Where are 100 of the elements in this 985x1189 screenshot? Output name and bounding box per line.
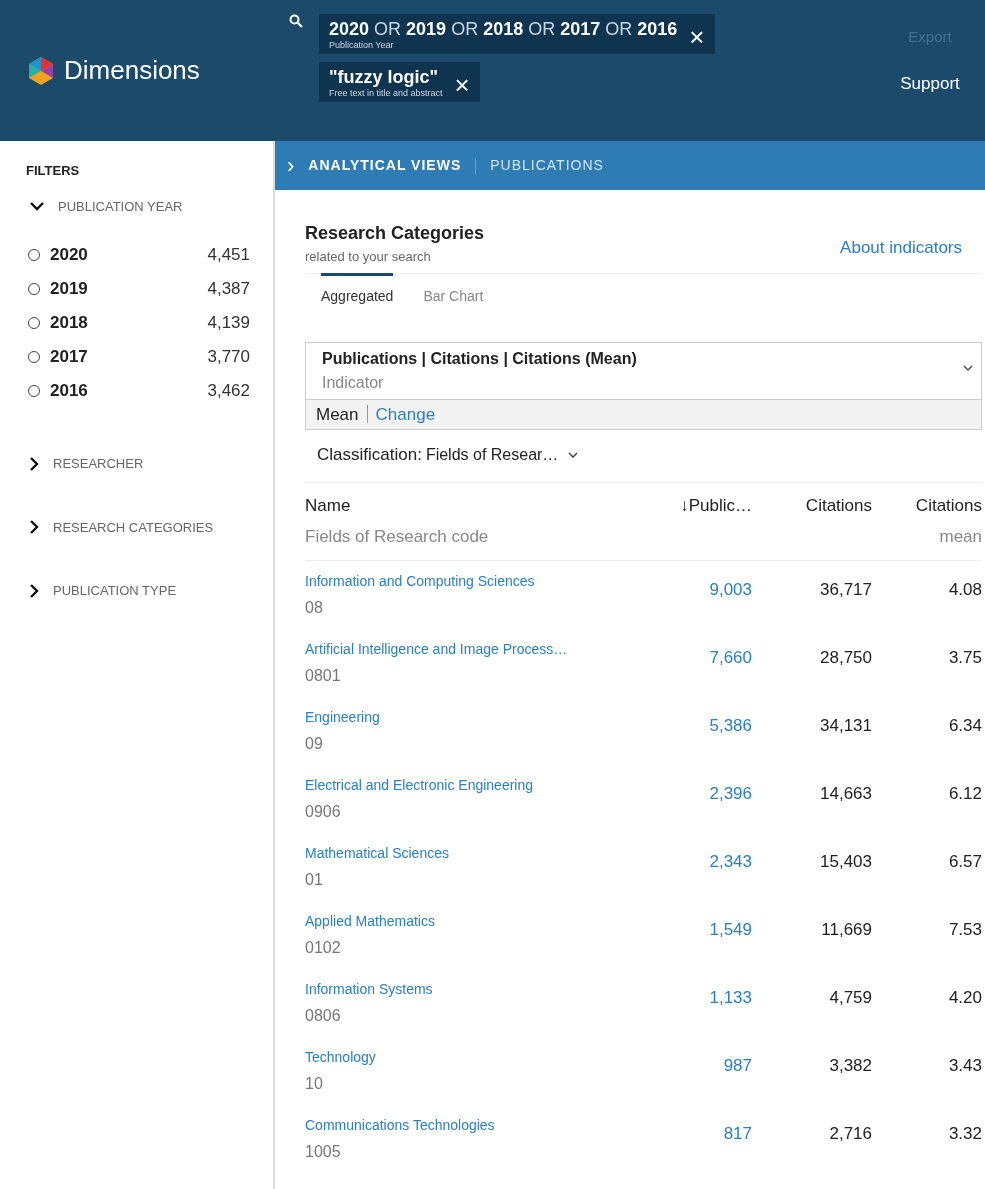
chevron-icon[interactable]: [30, 201, 44, 211]
category-link[interactable]: Information Systems: [305, 978, 657, 1000]
category-link[interactable]: Engineering: [305, 706, 657, 728]
category-code: 0102: [305, 937, 342, 958]
filter-count: 3,462: [207, 380, 250, 403]
classification-dropdown[interactable]: Fields of Resear…: [425, 442, 579, 467]
radio-button[interactable]: [28, 385, 40, 397]
filter-option[interactable]: 2018: [50, 310, 208, 336]
mean-cell-text: 3.32: [947, 1122, 982, 1145]
search-icon: [289, 14, 303, 28]
mean-cell-text: 6.57: [947, 850, 982, 873]
section-header[interactable]: PUBLICATION YEAR: [58, 196, 183, 216]
category-code: 08: [305, 597, 324, 618]
sidebar-title: FILTERS: [25, 162, 81, 180]
header-link[interactable]: Support: [900, 70, 960, 96]
indicator-label: Indicator: [322, 372, 385, 393]
category-link[interactable]: Information and Computing Sciences: [305, 570, 657, 592]
breadcrumb-link[interactable]: PUBLICATIONS: [490, 155, 604, 176]
chip-caption: Publication Year: [329, 40, 395, 50]
mean-cell-text: 4.20: [947, 986, 982, 1009]
section-header[interactable]: PUBLICATION TYPE: [53, 581, 177, 601]
search-chip[interactable]: "fuzzy logic" Free text in title and abstract ×: [319, 62, 480, 102]
filter-option[interactable]: 2019: [50, 276, 208, 302]
category-link[interactable]: Mathematical Sciences: [305, 842, 657, 864]
category-link[interactable]: Artificial Intelligence and Image Process…: [305, 638, 657, 660]
column-subtitle: mean: [939, 526, 982, 548]
radio-button[interactable]: [28, 283, 40, 295]
publication-count-link[interactable]: 9,003: [657, 576, 752, 602]
filter-option[interactable]: 2017: [50, 344, 208, 370]
publication-count-link[interactable]: 2,396: [657, 780, 752, 806]
publication-count-link[interactable]: 987: [657, 1052, 752, 1078]
publication-count-link[interactable]: 1,549: [657, 916, 752, 942]
mean-cell-text: 6.34: [947, 714, 982, 737]
mean-cell-text: 4.08: [947, 578, 982, 601]
panel-subtitle: related to your search: [305, 248, 432, 266]
radio-button[interactable]: [28, 351, 40, 363]
mode-label: Mean: [316, 403, 359, 426]
citations-cell-text: 36,717: [819, 578, 872, 601]
filter-count: 4,139: [207, 312, 250, 335]
category-link[interactable]: Electrical and Electronic Engineering: [305, 774, 657, 796]
close-icon[interactable]: ×: [689, 24, 705, 50]
filter-option[interactable]: 2016: [50, 378, 208, 404]
section-header[interactable]: RESEARCH CATEGORIES: [53, 517, 214, 537]
chevron-icon: [568, 451, 579, 458]
category-code: 0801: [305, 665, 342, 686]
filter-count: 4,387: [207, 278, 250, 301]
breadcrumb-link[interactable]: ANALYTICAL VIEWS: [308, 155, 462, 176]
logo-text: Dimensions: [64, 54, 200, 87]
citations-cell-text: 14,663: [819, 782, 872, 805]
column-header[interactable]: ↓Public…: [680, 492, 752, 518]
mean-cell-text: 7.53: [947, 918, 982, 941]
filter-count: 4,451: [207, 244, 250, 267]
category-link[interactable]: Technology: [305, 1046, 657, 1068]
indicator-value: Publications | Citations | Citations (Mean): [322, 348, 638, 369]
change-link[interactable]: Change: [375, 401, 436, 427]
classification-label: Classification:: [317, 444, 422, 466]
chevron-icon[interactable]: [30, 520, 39, 535]
tab[interactable]: Aggregated: [321, 272, 394, 307]
publication-count-link[interactable]: 5,386: [657, 712, 752, 738]
publication-count-link[interactable]: 7,660: [657, 644, 752, 670]
radio-button[interactable]: [28, 249, 40, 261]
column-header[interactable]: Name: [305, 492, 351, 518]
category-link[interactable]: Communications Technologies: [305, 1114, 657, 1136]
publication-count-link[interactable]: 817: [657, 1120, 752, 1146]
mean-cell-text: 6.12: [947, 782, 982, 805]
publication-count-link[interactable]: 1,133: [657, 984, 752, 1010]
about-link[interactable]: About indicators: [840, 235, 962, 261]
citations-cell-text: 2,716: [828, 1122, 872, 1145]
chevron-icon[interactable]: ›: [287, 154, 295, 177]
chevron-icon[interactable]: [30, 583, 39, 598]
radio-button[interactable]: [28, 317, 40, 329]
panel-title: Research Categories: [305, 222, 485, 245]
citations-cell-text: 3,382: [828, 1054, 872, 1077]
filter-option[interactable]: 2020: [50, 242, 208, 268]
close-icon[interactable]: ×: [454, 72, 470, 98]
filter-count: 3,770: [207, 346, 250, 369]
citations-cell-text: 34,131: [819, 714, 872, 737]
category-code: 0806: [305, 1005, 342, 1026]
logo-icon: [26, 55, 56, 86]
citations-cell-text: 15,403: [819, 850, 872, 873]
column-subtitle: Fields of Research code: [305, 526, 489, 548]
category-code: 01: [305, 869, 324, 890]
search-chip[interactable]: 2020 OR 2019 OR 2018 OR 2017 OR 2016 Publication Year ×: [319, 14, 715, 54]
citations-cell-text: 11,669: [820, 918, 872, 941]
category-code: 09: [305, 733, 324, 754]
chevron-icon[interactable]: [30, 456, 39, 471]
chip-query: 2020 OR 2019 OR 2018 OR 2017 OR 2016: [329, 18, 678, 40]
chip-caption: Free text in title and abstract: [329, 88, 443, 98]
section-header[interactable]: RESEARCHER: [53, 454, 144, 474]
mean-cell-text: 3.75: [947, 646, 982, 669]
mean-cell-text: 3.43: [947, 1054, 982, 1077]
category-code: 0906: [305, 801, 342, 822]
publication-count-link[interactable]: 2,343: [657, 848, 752, 874]
column-header[interactable]: Citations: [805, 492, 872, 518]
tab[interactable]: Bar Chart: [423, 272, 484, 307]
citations-cell-text: 4,759: [828, 986, 872, 1009]
chip-query: "fuzzy logic": [329, 66, 440, 88]
category-link[interactable]: Applied Mathematics: [305, 910, 657, 932]
column-header[interactable]: Citations: [915, 492, 982, 518]
indicator-dropdown[interactable]: Publications | Citations | Citations (Mean) Indicator Mean Change: [305, 341, 982, 430]
